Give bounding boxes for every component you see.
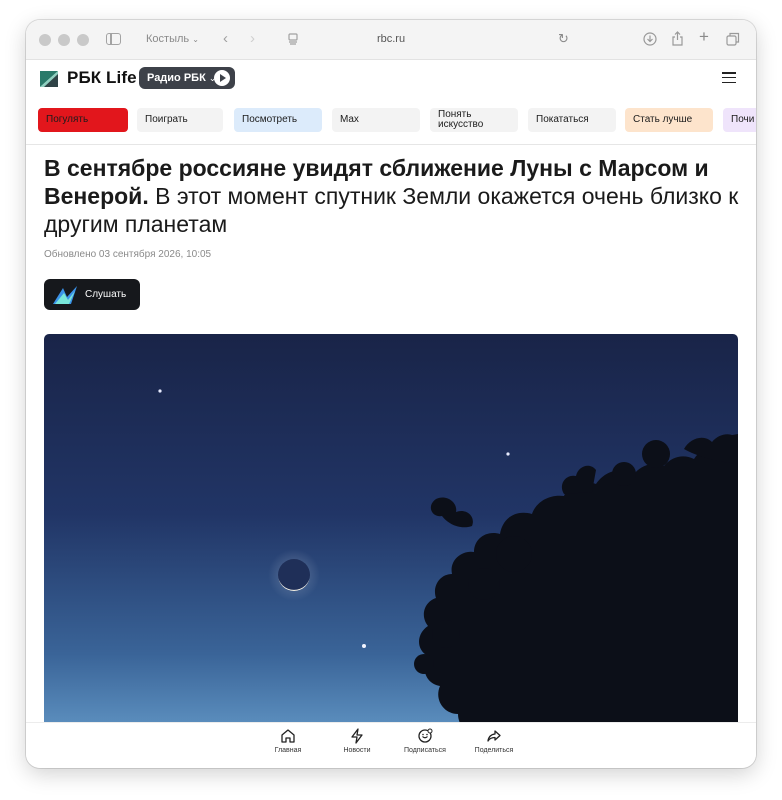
chip-label: Стать лучше <box>633 114 693 125</box>
tab-home[interactable]: Главная <box>258 728 318 754</box>
chip-label: Покататься <box>536 114 589 125</box>
audio-wave-icon <box>53 285 77 304</box>
tab-label: Главная <box>274 747 302 754</box>
chip-max[interactable]: Max <box>332 108 420 132</box>
zoom-window-button[interactable] <box>77 33 89 46</box>
close-window-button[interactable] <box>39 33 51 46</box>
tab-label: Новости <box>343 747 371 754</box>
profile-label: Костыль <box>146 33 190 45</box>
star <box>506 452 510 456</box>
tab-label: Поделиться <box>474 747 514 754</box>
minimize-window-button[interactable] <box>58 33 70 46</box>
star <box>362 644 366 648</box>
rubric-chips: Погулять Поиграть Посмотреть Max Понять … <box>38 108 756 134</box>
chip-ponyat-iskusstvo[interactable]: Понять искусство <box>430 108 518 132</box>
browser-window: Костыль ⌄ ‹ › rbc.ru ↻ + РБК Life Радио … <box>26 20 756 768</box>
chip-label: Посмотреть <box>242 114 298 125</box>
chip-label: Почи <box>731 114 755 125</box>
tab-subscribe[interactable]: Подписаться <box>395 728 455 754</box>
rbc-life-logo-icon[interactable] <box>40 71 58 87</box>
chip-poigrat[interactable]: Поиграть <box>137 108 223 132</box>
new-tab-icon[interactable]: + <box>699 27 709 47</box>
chip-label: Max <box>340 114 359 125</box>
radio-rbc-button[interactable]: Радио РБК ⌄ <box>139 67 235 89</box>
listen-label: Слушать <box>85 289 127 300</box>
home-icon <box>281 729 295 743</box>
reader-icon[interactable] <box>287 33 299 45</box>
browser-toolbar: Костыль ⌄ ‹ › rbc.ru ↻ + <box>26 20 756 60</box>
share-arrow-icon <box>487 730 501 742</box>
tab-label: Подписаться <box>404 747 446 754</box>
chip-label: Понять искусство <box>438 109 484 130</box>
chip-posmotret[interactable]: Посмотреть <box>234 108 322 132</box>
updated-timestamp: Обновлено 03 сентября 2026, 10:05 <box>44 249 212 260</box>
subscribe-icon <box>418 728 433 743</box>
tab-news[interactable]: Новости <box>327 728 387 754</box>
chip-pokatatsya[interactable]: Покататься <box>528 108 616 132</box>
tabs-overview-icon[interactable] <box>726 32 740 46</box>
chevron-down-icon: ⌄ <box>192 35 199 44</box>
back-button[interactable]: ‹ <box>223 30 228 47</box>
chip-pochi[interactable]: Почи <box>723 108 756 132</box>
reload-icon[interactable]: ↻ <box>558 31 569 47</box>
listen-button[interactable]: Слушать <box>44 279 140 310</box>
download-icon[interactable] <box>643 32 657 46</box>
lightning-icon <box>351 728 363 744</box>
play-icon[interactable] <box>214 70 230 86</box>
window-controls <box>39 33 89 46</box>
article-photo <box>44 334 738 734</box>
tab-share[interactable]: Поделиться <box>464 728 524 754</box>
radio-label: Радио РБК <box>147 72 206 84</box>
brand-name[interactable]: РБК Life <box>67 68 137 88</box>
article-headline: В сентябре россияне увидят сближение Лун… <box>44 154 740 238</box>
star <box>158 389 162 393</box>
bottom-tab-bar: Главная Новости Подписаться Поделиться <box>26 722 756 768</box>
hamburger-menu-icon[interactable] <box>722 72 736 84</box>
profile-menu[interactable]: Костыль ⌄ <box>146 33 199 45</box>
chip-progulyat[interactable]: Погулять <box>38 108 128 132</box>
header-divider <box>26 144 756 145</box>
chip-label: Погулять <box>46 114 89 125</box>
chip-stat-luchshe[interactable]: Стать лучше <box>625 108 713 132</box>
headline-subtitle: В этот момент спутник Земли окажется оче… <box>44 183 739 237</box>
sidebar-toggle-icon[interactable] <box>106 33 121 45</box>
chip-label: Поиграть <box>145 114 188 125</box>
forward-button[interactable]: › <box>250 30 255 47</box>
url-text: rbc.ru <box>376 33 406 45</box>
share-icon[interactable] <box>671 31 684 46</box>
